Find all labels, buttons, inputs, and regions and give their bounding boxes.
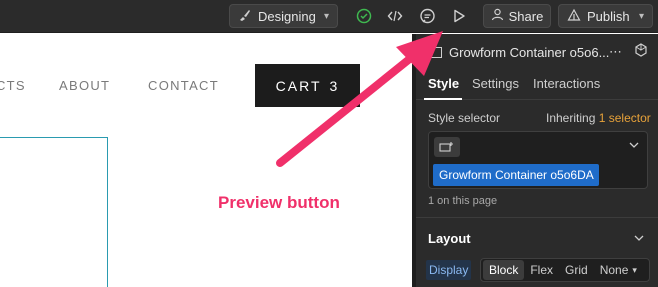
inheriting-count[interactable]: 1 selector	[599, 111, 651, 125]
publish-icon	[567, 8, 581, 25]
publish-button[interactable]: Publish ▾	[558, 4, 653, 28]
element-header: Growform Container o5o6... ⋯	[416, 34, 658, 70]
tab-interactions[interactable]: Interactions	[533, 76, 600, 91]
chevron-down-icon: ▾	[638, 10, 644, 22]
style-selector-label: Style selector	[428, 111, 501, 125]
person-icon	[491, 8, 504, 24]
chevron-down-icon: ▾	[632, 264, 637, 275]
inheriting-prefix: Inheriting	[546, 111, 596, 125]
chevron-down-icon[interactable]	[634, 233, 644, 244]
mode-dropdown[interactable]: Designing ▾	[229, 4, 338, 28]
nav-link-contact[interactable]: CONTACT	[148, 78, 219, 93]
cart-button[interactable]: CART 3	[255, 64, 360, 107]
on-page-count: 1 on this page	[428, 195, 498, 207]
inheriting-info[interactable]: Inheriting 1 selector	[546, 111, 651, 125]
component-icon[interactable]	[634, 43, 648, 62]
selected-container-outline[interactable]	[0, 137, 108, 287]
section-divider	[416, 217, 658, 218]
style-panel: Growform Container o5o6... ⋯ Style Setti…	[416, 34, 658, 287]
check-circle-icon[interactable]	[353, 5, 375, 27]
cart-count: 3	[329, 77, 340, 94]
style-selector-field[interactable]: Growform Container o5o6DA	[428, 131, 648, 189]
share-button[interactable]: Share	[483, 4, 551, 28]
selector-icon	[439, 142, 453, 152]
display-option-flex[interactable]: Flex	[524, 260, 559, 280]
display-option-grid[interactable]: Grid	[559, 260, 594, 280]
nav-link-about[interactable]: ABOUT	[59, 78, 110, 93]
nav-link-projects[interactable]: ECTS	[0, 78, 26, 93]
display-segmented-control: Block Flex Grid None ▾	[480, 258, 650, 282]
display-option-block[interactable]: Block	[483, 260, 525, 280]
display-option-none[interactable]: None ▾	[594, 260, 643, 280]
active-tab-indicator	[424, 98, 462, 100]
panel-tabs: Style Settings Interactions	[416, 72, 658, 100]
display-option-none-label: None	[599, 263, 629, 277]
display-label: Display	[426, 260, 472, 280]
selector-state-button[interactable]	[434, 137, 460, 157]
layout-section-title[interactable]: Layout	[428, 231, 471, 246]
comment-icon[interactable]	[416, 5, 438, 27]
share-label: Share	[508, 8, 544, 24]
design-canvas[interactable]: ECTS ABOUT CONTACT CART 3	[0, 34, 412, 287]
publish-label: Publish	[587, 8, 630, 24]
chevron-down-icon[interactable]	[629, 140, 639, 151]
top-toolbar: Designing ▾ Share Publish ▾	[0, 0, 658, 33]
class-pill[interactable]: Growform Container o5o6DA	[433, 164, 599, 186]
code-icon[interactable]	[384, 5, 406, 27]
chevron-down-icon: ▾	[323, 10, 329, 22]
tab-settings[interactable]: Settings	[472, 76, 519, 91]
element-checkbox-icon	[431, 45, 442, 63]
mode-label: Designing	[258, 8, 316, 24]
annotation-label: Preview button	[218, 193, 340, 212]
brush-icon	[238, 8, 252, 25]
play-preview-icon[interactable]	[448, 5, 470, 27]
more-options-icon[interactable]: ⋯	[609, 44, 622, 60]
tab-style[interactable]: Style	[428, 76, 459, 91]
cart-label: CART	[275, 77, 322, 94]
element-name: Growform Container o5o6...	[449, 45, 610, 60]
